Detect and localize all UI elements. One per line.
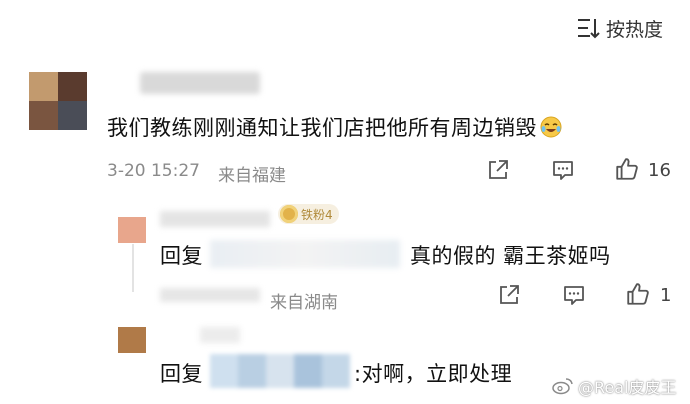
- watermark: @Real皮皮王: [552, 374, 677, 398]
- reply-text: 真的假的 霸王茶姬吗: [410, 244, 611, 268]
- comment-text: 我们教练刚刚通知让我们店把他所有周边销毁: [107, 116, 537, 140]
- comment-body: 我们教练刚刚通知让我们店把他所有周边销毁: [107, 112, 563, 142]
- badge-label: 铁粉4: [301, 207, 333, 222]
- sort-lines-icon: [578, 19, 600, 39]
- share-icon[interactable]: [497, 283, 521, 307]
- watermark-text: @Real皮皮王: [578, 378, 677, 397]
- reply-prefix: 回复: [160, 244, 203, 268]
- share-icon[interactable]: [486, 158, 510, 182]
- avatar[interactable]: [118, 327, 146, 353]
- reply-prefix: 回复: [160, 362, 203, 386]
- sort-by-hot-button[interactable]: 按热度: [576, 14, 663, 42]
- laughing-crying-emoji-icon: [540, 116, 562, 138]
- thread-line: [132, 244, 134, 292]
- sort-label: 按热度: [606, 18, 664, 41]
- comment-icon[interactable]: [562, 283, 586, 307]
- fan-badge: 铁粉4: [278, 204, 339, 224]
- like-icon[interactable]: [625, 281, 651, 307]
- like-count: 1: [660, 285, 672, 306]
- username-blurred[interactable]: [140, 72, 260, 94]
- like-count: 16: [648, 160, 671, 181]
- like-icon[interactable]: [614, 156, 640, 182]
- comment-location: 来自福建: [218, 166, 286, 186]
- avatar[interactable]: [29, 72, 87, 130]
- medal-icon: [280, 205, 298, 223]
- username-blurred[interactable]: [160, 211, 270, 227]
- reply-text: :对啊，立即处理: [354, 362, 513, 386]
- reply-location: 来自湖南: [270, 293, 338, 313]
- comment-icon[interactable]: [551, 158, 575, 182]
- time-blurred: [160, 288, 260, 302]
- mention-blurred[interactable]: [210, 354, 350, 388]
- weibo-logo-icon: [552, 378, 573, 395]
- avatar[interactable]: [118, 217, 146, 243]
- mention-blurred[interactable]: [210, 240, 400, 268]
- comment-time: 3-20 15:27: [107, 161, 200, 181]
- username-blurred[interactable]: [200, 327, 240, 343]
